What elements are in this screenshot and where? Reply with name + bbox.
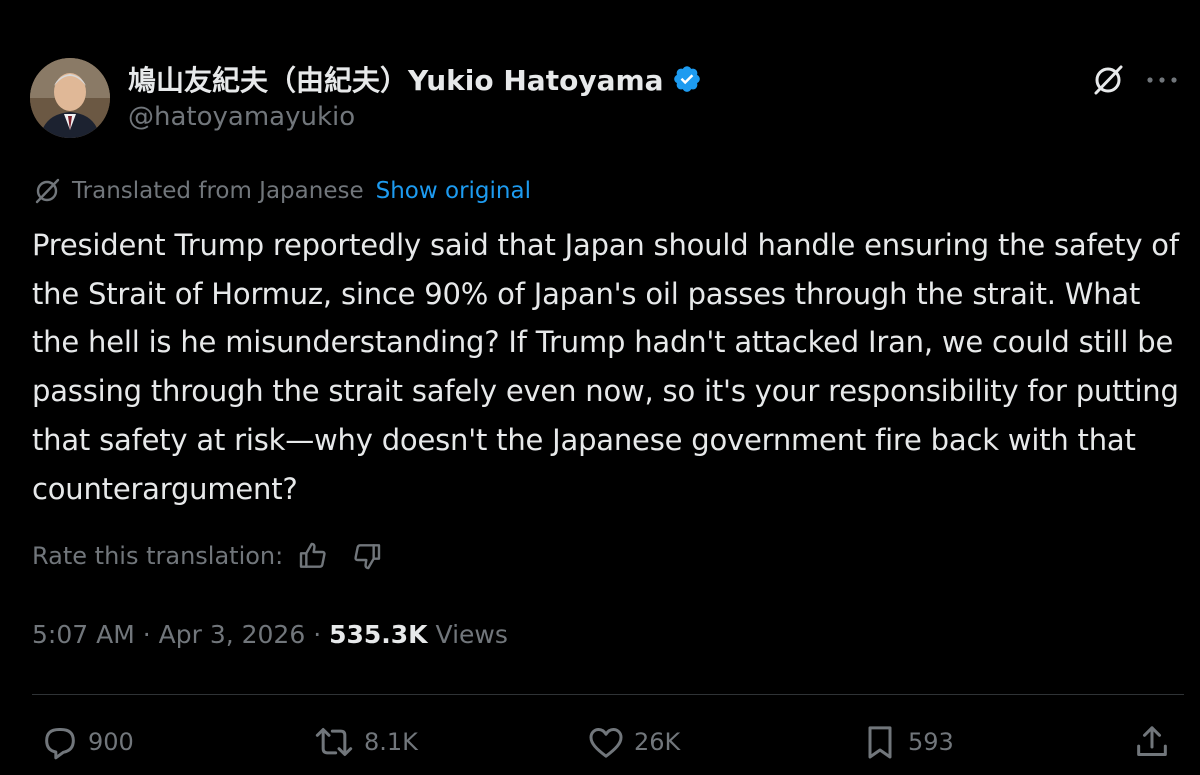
avatar[interactable] [30, 58, 110, 138]
display-name-text[interactable]: 鳩山友紀夫（由紀夫）Yukio Hatoyama [128, 59, 664, 99]
translate-icon [35, 178, 60, 204]
thumbs-down-icon [354, 544, 381, 570]
grok-button[interactable] [1088, 60, 1128, 100]
show-original-link[interactable]: Show original [376, 178, 531, 204]
repost-button[interactable]: 8.1K [312, 722, 418, 762]
tweet-time[interactable]: 5:07 AM [32, 620, 135, 649]
bookmark-button[interactable]: 593 [860, 722, 954, 762]
grok-icon [1094, 65, 1123, 95]
reply-button[interactable]: 900 [40, 722, 134, 762]
like-button[interactable]: 26K [586, 722, 680, 762]
share-button[interactable] [1132, 722, 1172, 762]
rate-translation: Rate this translation: [32, 540, 383, 572]
bookmark-count: 593 [908, 728, 954, 756]
repost-icon [315, 728, 353, 756]
views-label: Views [435, 620, 508, 649]
translation-notice: Translated from Japanese Show original [32, 176, 531, 206]
meta-separator: · [313, 620, 330, 649]
like-icon [589, 728, 623, 758]
translation-note: Translated from Japanese [72, 178, 364, 204]
more-button[interactable] [1140, 60, 1184, 100]
bookmark-icon [868, 726, 892, 759]
display-name[interactable]: 鳩山友紀夫（由紀夫）Yukio Hatoyama [128, 59, 702, 99]
reply-icon [45, 728, 75, 760]
divider [32, 694, 1184, 695]
like-count: 26K [634, 728, 681, 756]
share-icon [1137, 726, 1167, 756]
views-count: 535.3K [329, 620, 428, 649]
rate-translation-label: Rate this translation: [32, 542, 284, 570]
tweet-date[interactable]: Apr 3, 2026 [159, 620, 306, 649]
thumbs-up-icon [300, 542, 326, 568]
meta-separator: · [142, 620, 159, 649]
reply-count: 900 [88, 728, 134, 756]
more-icon [1147, 77, 1177, 83]
verified-badge-icon[interactable] [672, 64, 702, 94]
thumbs-up-button[interactable] [297, 540, 329, 572]
tweet-text: President Trump reportedly said that Jap… [32, 228, 1179, 506]
handle[interactable]: @hatoyamayukio [128, 102, 355, 132]
thumbs-down-button[interactable] [351, 540, 383, 572]
repost-count: 8.1K [364, 728, 418, 756]
tweet-meta: 5:07 AM · Apr 3, 2026 · 535.3K Views [32, 620, 508, 649]
